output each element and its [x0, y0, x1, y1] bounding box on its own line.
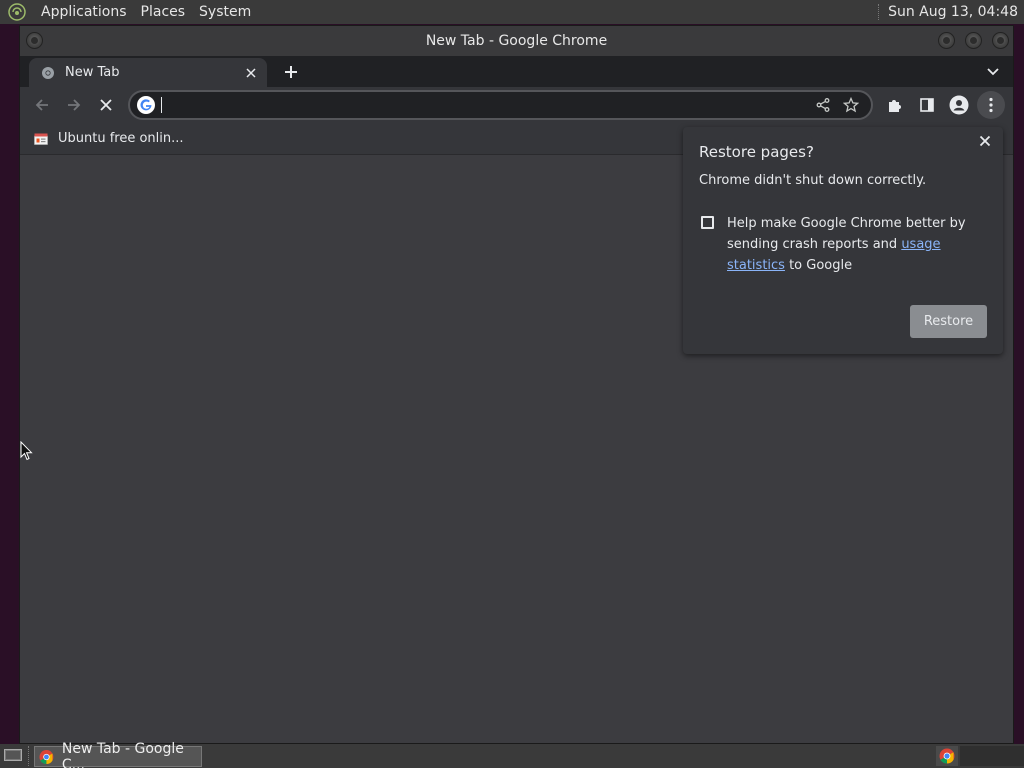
chrome-menu-button[interactable] [977, 91, 1005, 119]
forward-button[interactable] [60, 91, 88, 119]
bookmark-item[interactable]: Ubuntu free onlin... [34, 131, 184, 146]
tab-close-icon[interactable] [243, 65, 259, 81]
share-icon [816, 98, 830, 112]
chevron-down-icon [987, 68, 999, 76]
avatar-icon [949, 95, 969, 115]
back-button[interactable] [28, 91, 56, 119]
dialog-heading: Restore pages? [699, 143, 814, 161]
mouse-cursor-icon [20, 441, 33, 461]
task-label: New Tab - Google C... [61, 740, 184, 768]
dialog-close-button[interactable] [975, 131, 995, 151]
clock[interactable]: Sun Aug 13, 04:48 [878, 0, 1018, 24]
panel-separator [878, 4, 880, 20]
tray-chrome-icon[interactable] [936, 746, 958, 766]
window-menu-button[interactable] [26, 32, 43, 49]
kebab-menu-icon [989, 97, 993, 113]
crash-reports-label: Help make Google Chrome better by sendin… [727, 213, 989, 276]
restore-pages-dialog: Restore pages? Chrome didn't shut down c… [683, 127, 1003, 354]
ubuntu-bookmark-icon [34, 133, 48, 145]
top-panel: Applications Places System Sun Aug 13, 0… [0, 0, 1024, 24]
menu-system[interactable]: System [192, 0, 258, 24]
minimize-button[interactable] [938, 32, 955, 49]
plus-icon [285, 66, 297, 78]
toolbar [20, 87, 1013, 123]
omnibox[interactable] [128, 90, 873, 120]
chrome-icon [39, 749, 54, 764]
close-icon [979, 135, 991, 147]
taskbar-separator [28, 746, 30, 766]
close-icon [100, 99, 112, 111]
mate-logo-icon[interactable] [6, 1, 28, 23]
titlebar[interactable]: New Tab - Google Chrome [20, 26, 1013, 56]
checkbox-text-after: to Google [784, 258, 853, 273]
star-icon [843, 97, 859, 113]
share-button[interactable] [809, 93, 837, 117]
dialog-description: Chrome didn't shut down correctly. [699, 173, 927, 188]
menu-places[interactable]: Places [134, 0, 193, 24]
profile-button[interactable] [945, 91, 973, 119]
maximize-button[interactable] [965, 32, 982, 49]
bookmark-star-button[interactable] [837, 93, 865, 117]
arrow-left-icon [35, 99, 48, 111]
workspace-1[interactable] [960, 746, 982, 766]
workspace-2[interactable] [982, 746, 1004, 766]
address-input[interactable] [162, 93, 809, 117]
crash-reports-checkbox[interactable] [701, 216, 714, 229]
chrome-icon [939, 748, 955, 764]
bookmark-label: Ubuntu free onlin... [58, 131, 184, 146]
tab-search-button[interactable] [985, 63, 1001, 79]
close-window-button[interactable] [992, 32, 1009, 49]
puzzle-icon [889, 100, 901, 112]
taskbar-chrome-window[interactable]: New Tab - Google C... [34, 741, 202, 768]
chrome-favicon-icon [42, 66, 54, 79]
desktop-icon [4, 749, 22, 761]
side-panel-icon [920, 98, 934, 112]
window-title: New Tab - Google Chrome [425, 33, 608, 49]
tab-strip: New Tab [20, 56, 1013, 87]
tab-new-tab[interactable]: New Tab [29, 58, 267, 87]
menu-applications[interactable]: Applications [34, 0, 134, 24]
arrow-right-icon [68, 99, 81, 111]
restore-button[interactable]: Restore [910, 305, 987, 338]
clock-label: Sun Aug 13, 04:48 [888, 4, 1018, 20]
workspace-3[interactable] [1004, 746, 1024, 766]
tab-title: New Tab [65, 65, 120, 80]
stop-loading-button[interactable] [92, 91, 120, 119]
bottom-taskbar: New Tab - Google C... [0, 741, 1024, 768]
new-tab-button[interactable] [280, 61, 302, 83]
extensions-button[interactable] [881, 91, 909, 119]
side-panel-button[interactable] [913, 91, 941, 119]
google-icon [137, 96, 155, 114]
show-desktop-button[interactable] [2, 746, 24, 766]
